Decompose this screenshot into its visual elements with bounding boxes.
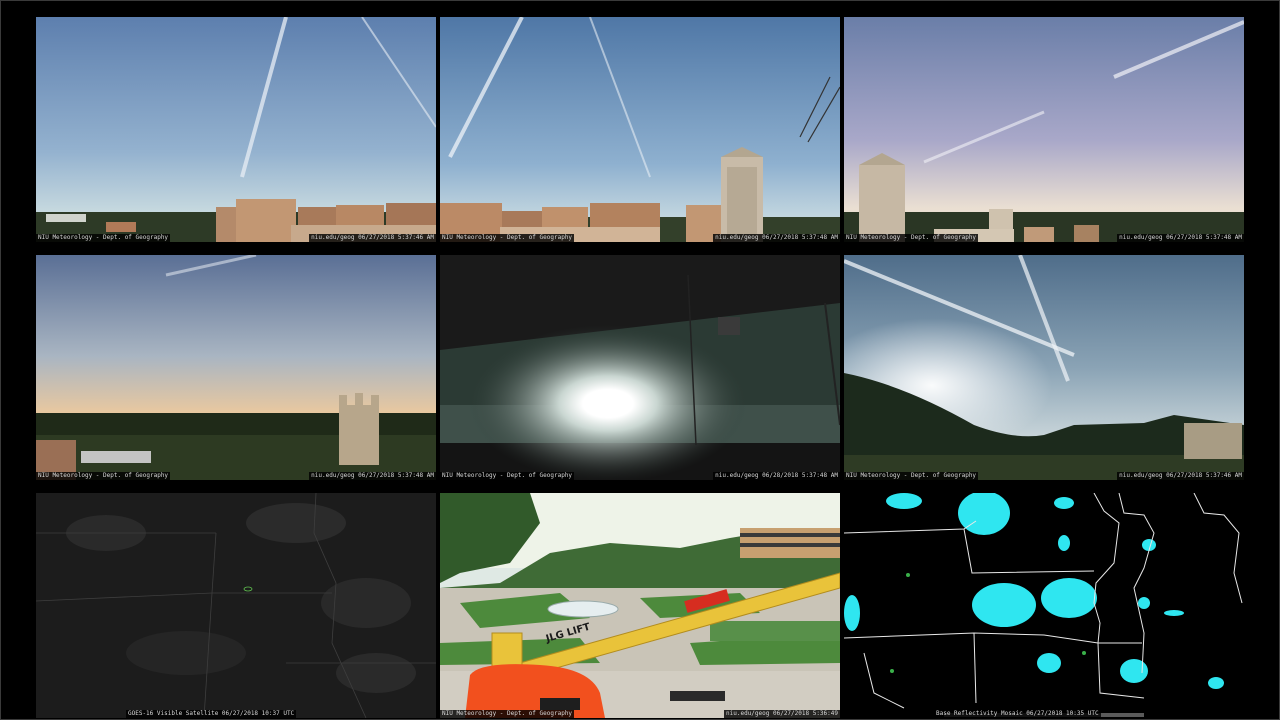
webcam-tile-2[interactable]: NIU Meteorology - Dept. of Geography niu…	[440, 17, 840, 242]
webcam-image-5	[440, 255, 840, 480]
webcam-image-3	[844, 17, 1244, 242]
webcam-caption-left: NIU Meteorology - Dept. of Geography	[440, 234, 575, 242]
webcam-timestamp: niu.edu/geog 06/27/2018 5:36:49	[724, 710, 840, 718]
satellite-map-tile[interactable]: GOES-16 Visible Satellite 06/27/2018 10:…	[36, 493, 436, 718]
webcam-timestamp: niu.edu/geog 06/27/2018 5:37:48 AM	[309, 472, 436, 480]
webcam-tile-3[interactable]: NIU Meteorology - Dept. of Geography niu…	[844, 17, 1244, 242]
webcam-timestamp: niu.edu/geog 06/27/2018 5:37:46 AM	[309, 234, 436, 242]
satellite-image	[36, 493, 436, 718]
webcam-timestamp: niu.edu/geog 06/27/2018 5:37:48 AM	[713, 234, 840, 242]
webcam-caption-left: NIU Meteorology - Dept. of Geography	[36, 234, 171, 242]
webcam-image-8: JLG LIFT	[440, 493, 840, 718]
webcam-timestamp: niu.edu/geog 06/27/2018 5:37:46 AM	[1117, 472, 1244, 480]
webcam-tile-5[interactable]: NIU Meteorology - Dept. of Geography niu…	[440, 255, 840, 480]
webcam-image-2	[440, 17, 840, 242]
webcam-tile-6[interactable]: NIU Meteorology - Dept. of Geography niu…	[844, 255, 1244, 480]
webcam-caption-left: NIU Meteorology - Dept. of Geography	[844, 472, 979, 480]
radar-map-tile[interactable]: Base Reflectivity Mosaic 06/27/2018 10:3…	[844, 493, 1244, 718]
webcam-image-4	[36, 255, 436, 480]
radar-caption: Base Reflectivity Mosaic 06/27/2018 10:3…	[934, 710, 1101, 718]
webcam-timestamp: niu.edu/geog 06/28/2018 5:37:48 AM	[713, 472, 840, 480]
satellite-caption: GOES-16 Visible Satellite 06/27/2018 10:…	[126, 710, 297, 718]
webcam-caption-left: NIU Meteorology - Dept. of Geography	[844, 234, 979, 242]
webcam-tile-8[interactable]: JLG LIFT NIU Meteorology - Dept. of Geog…	[440, 493, 840, 718]
radar-image	[844, 493, 1244, 718]
webcam-caption-left: NIU Meteorology - Dept. of Geography	[440, 472, 575, 480]
webcam-tile-1[interactable]: NIU Meteorology - Dept. of Geography niu…	[36, 17, 436, 242]
webcam-image-1	[36, 17, 436, 242]
webcam-tile-4[interactable]: NIU Meteorology - Dept. of Geography niu…	[36, 255, 436, 480]
webcam-caption-left: NIU Meteorology - Dept. of Geography	[440, 710, 575, 718]
webcam-image-6	[844, 255, 1244, 480]
webcam-timestamp: niu.edu/geog 06/27/2018 5:37:48 AM	[1117, 234, 1244, 242]
webcam-caption-left: NIU Meteorology - Dept. of Geography	[36, 472, 171, 480]
